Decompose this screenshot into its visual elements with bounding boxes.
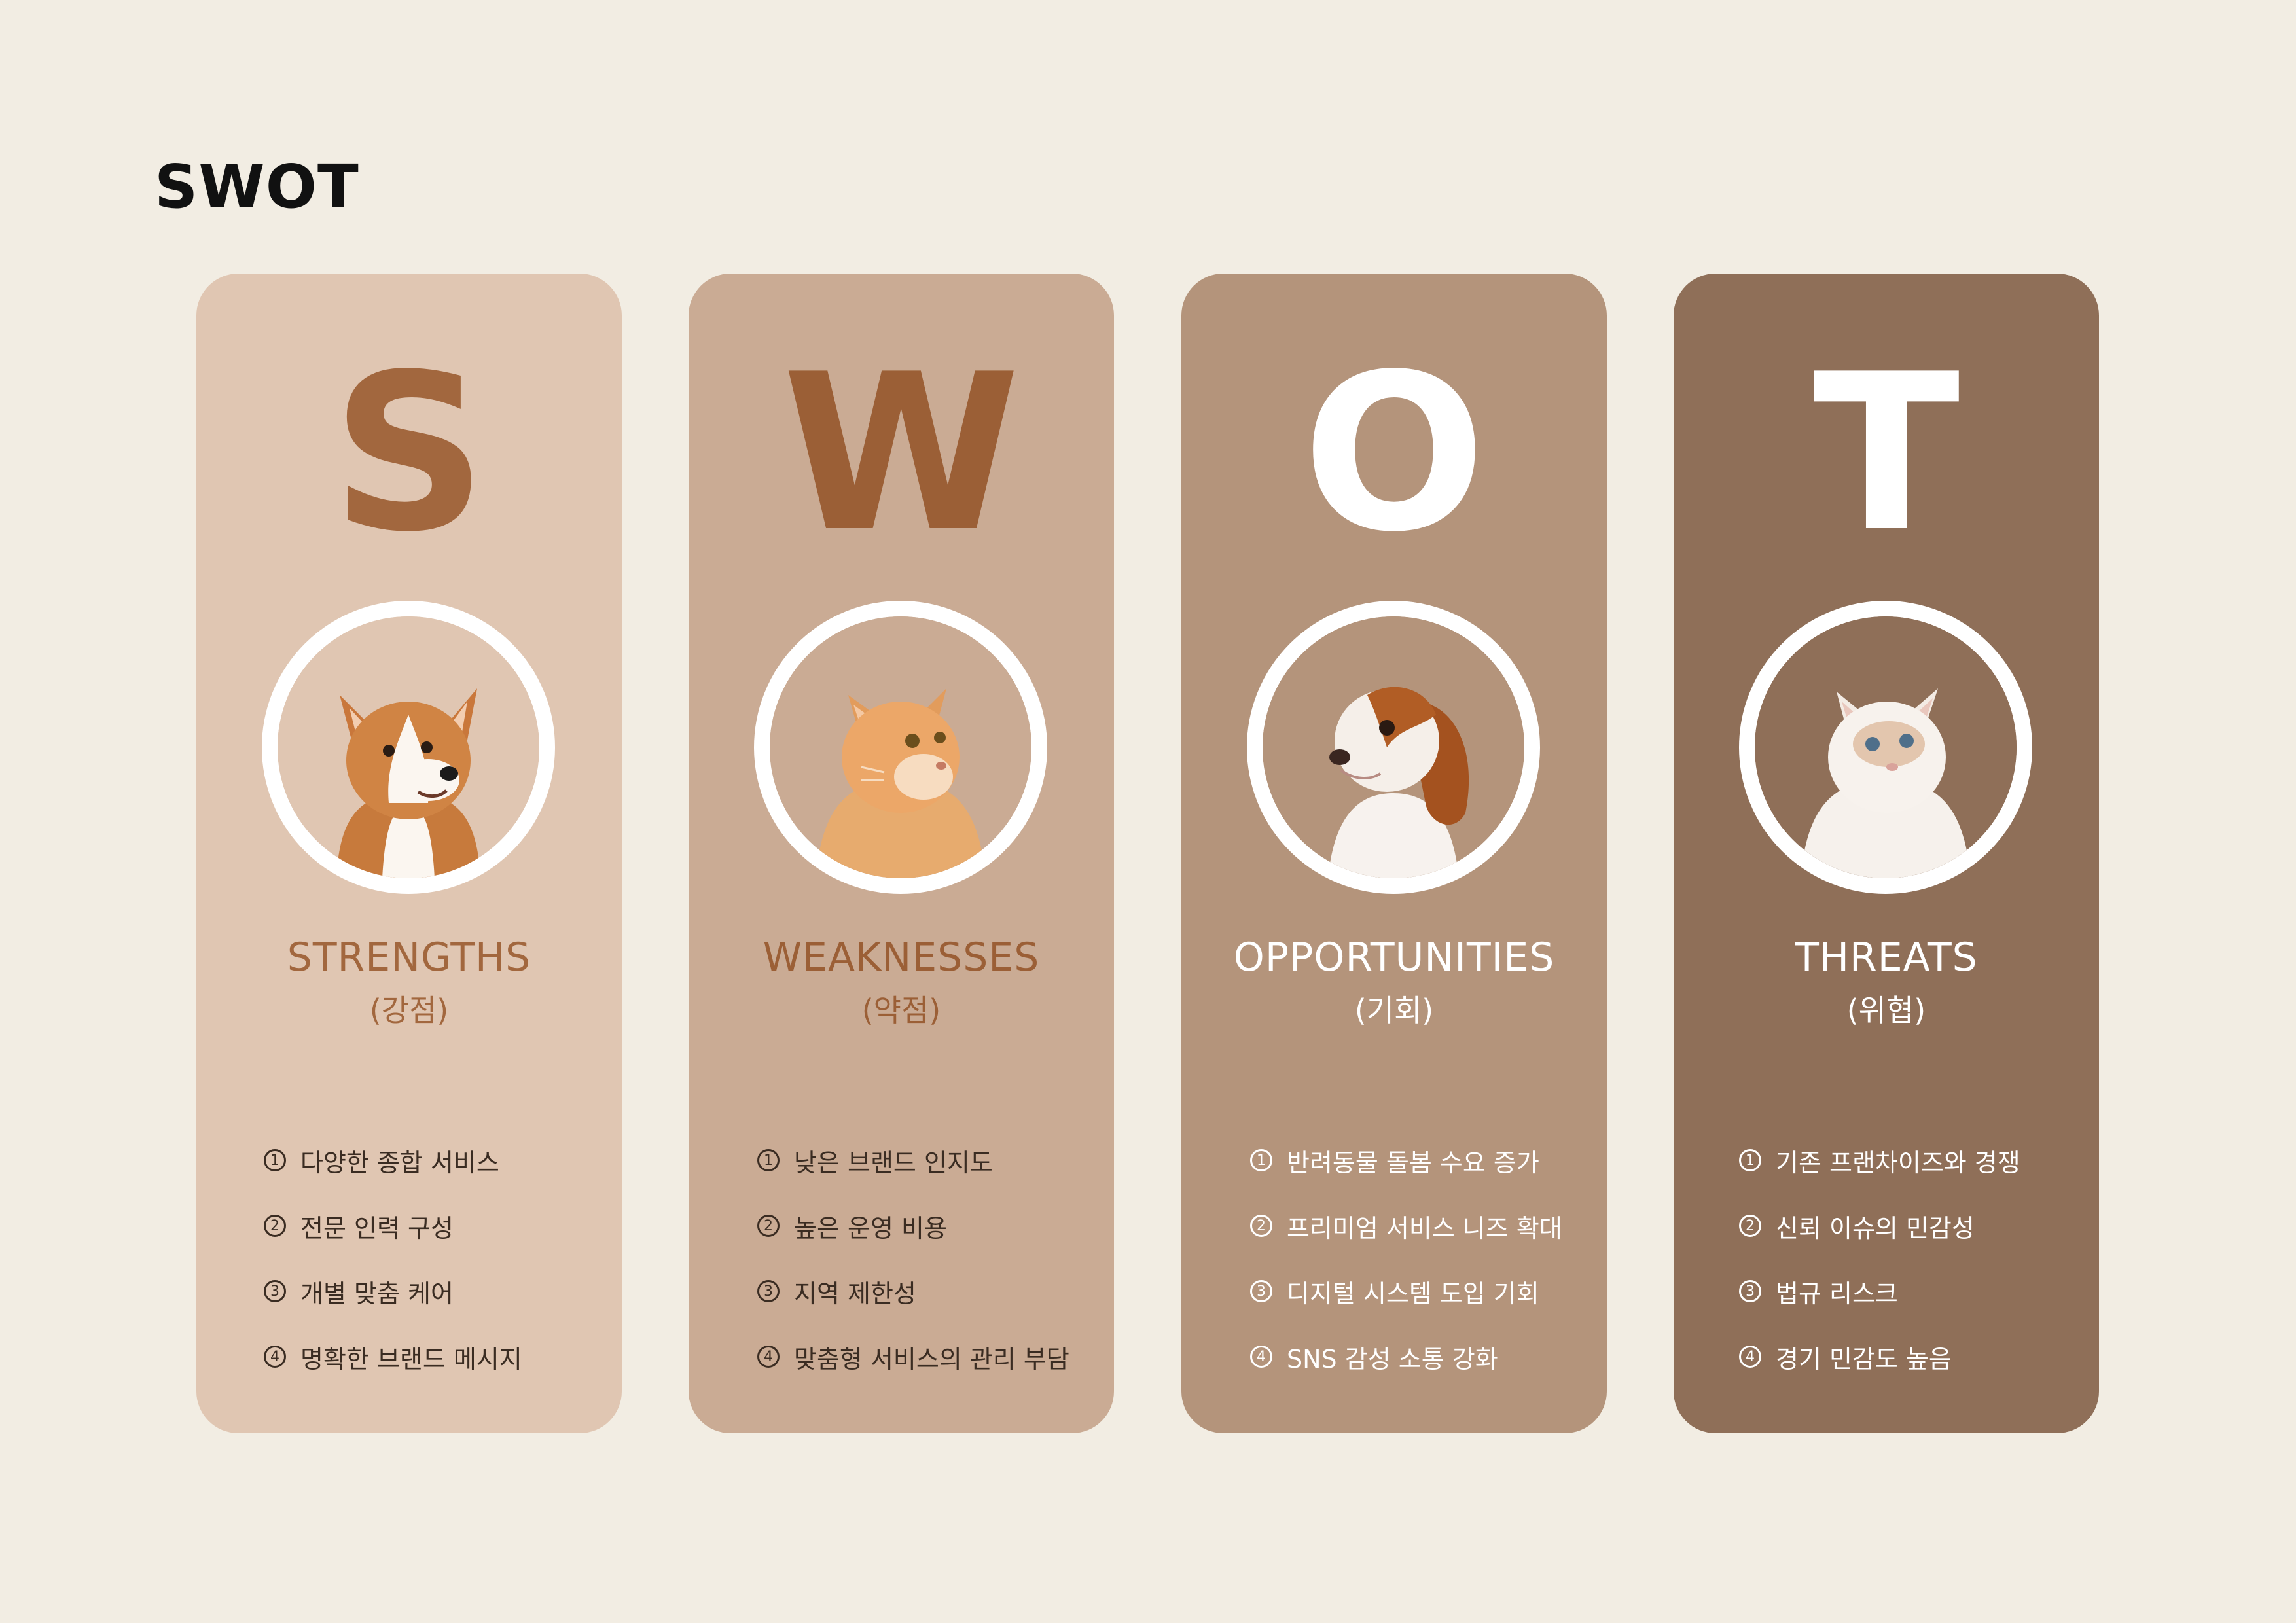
spaniel-dog-image	[1247, 601, 1540, 894]
card-letter: W	[782, 328, 1020, 579]
corgi-dog-image	[262, 601, 555, 894]
swot-card-opportunities: O OPPORTUNITIES (기회) 1 반려동물 돌봄 수요 증가 2 프리미…	[1181, 274, 1607, 1433]
item-text: 디지털 시스템 도입 기회	[1287, 1279, 1539, 1308]
list-item: 1 다양한 종합 서비스	[264, 1128, 622, 1193]
item-text: SNS 감성 소통 강화	[1287, 1344, 1498, 1374]
card-heading: WEAKNESSES	[762, 935, 1040, 980]
list-item: 1 기존 프랜차이즈와 경쟁	[1739, 1128, 2099, 1193]
orange-cat-image	[754, 601, 1047, 894]
item-text: 반려동물 돌봄 수요 증가	[1287, 1148, 1539, 1177]
item-text: 프리미엄 서비스 니즈 확대	[1287, 1213, 1562, 1243]
list-item: 2 전문 인력 구성	[264, 1193, 622, 1258]
list-item: 3 디지털 시스템 도입 기회	[1250, 1258, 1607, 1324]
item-text: 지역 제한성	[794, 1279, 916, 1308]
card-heading: THREATS	[1795, 935, 1978, 980]
list-item: 4 명확한 브랜드 메시지	[264, 1324, 622, 1389]
card-item-list: 1 낮은 브랜드 인지도 2 높은 운영 비용 3 지역 제한성 4 맞춤형 서비스의 …	[689, 1128, 1114, 1389]
card-item-list: 1 다양한 종합 서비스 2 전문 인력 구성 3 개별 맞춤 케어 4 명확한 브랜드…	[196, 1128, 622, 1389]
item-text: 신뢰 이슈의 민감성	[1776, 1213, 1975, 1243]
item-text: 기존 프랜차이즈와 경쟁	[1776, 1148, 2020, 1177]
number-badge: 2	[757, 1215, 780, 1237]
card-subheading: (강점)	[369, 993, 449, 1028]
number-badge: 1	[264, 1149, 286, 1171]
number-badge: 4	[757, 1346, 780, 1368]
item-text: 다양한 종합 서비스	[300, 1148, 499, 1177]
item-text: 맞춤형 서비스의 관리 부담	[794, 1344, 1069, 1374]
list-item: 2 프리미엄 서비스 니즈 확대	[1250, 1193, 1607, 1258]
card-subheading: (위협)	[1846, 993, 1926, 1028]
item-text: 개별 맞춤 케어	[300, 1279, 454, 1308]
list-item: 1 낮은 브랜드 인지도	[757, 1128, 1114, 1193]
card-subheading: (약점)	[861, 993, 941, 1028]
list-item: 1 반려동물 돌봄 수요 증가	[1250, 1128, 1607, 1193]
number-badge: 3	[757, 1280, 780, 1302]
number-badge: 4	[1250, 1346, 1272, 1368]
card-heading: STRENGTHS	[287, 935, 531, 980]
card-item-list: 1 기존 프랜차이즈와 경쟁 2 신뢰 이슈의 민감성 3 법규 리스크 4 경기 민감…	[1674, 1128, 2099, 1389]
number-badge: 1	[1739, 1149, 1761, 1171]
item-text: 경기 민감도 높음	[1776, 1344, 1952, 1374]
number-badge: 2	[264, 1215, 286, 1237]
number-badge: 3	[264, 1280, 286, 1302]
number-badge: 3	[1739, 1280, 1761, 1302]
list-item: 2 신뢰 이슈의 민감성	[1739, 1193, 2099, 1258]
item-text: 낮은 브랜드 인지도	[794, 1148, 993, 1177]
item-text: 높은 운영 비용	[794, 1213, 947, 1243]
number-badge: 2	[1739, 1215, 1761, 1237]
list-item: 4 맞춤형 서비스의 관리 부담	[757, 1324, 1114, 1389]
card-subheading: (기회)	[1354, 993, 1434, 1028]
card-item-list: 1 반려동물 돌봄 수요 증가 2 프리미엄 서비스 니즈 확대 3 디지털 시스템 …	[1181, 1128, 1607, 1389]
card-letter: T	[1812, 328, 1960, 579]
swot-card-weaknesses: W WEAKNESSES (약점) 1 낮은 브랜드 인지도 2 높은 운영 비용 …	[689, 274, 1114, 1433]
white-cat-image	[1739, 601, 2032, 894]
swot-card-strengths: S STRENGTHS (강점) 1 다양한 종합 서비스 2 전문 인력 구성 3…	[196, 274, 622, 1433]
swot-card-threats: T THREATS (위협) 1 기존 프랜차이즈와 경쟁 2 신뢰 이슈의 민감성…	[1674, 274, 2099, 1433]
number-badge: 1	[1250, 1149, 1272, 1171]
list-item: 3 법규 리스크	[1739, 1258, 2099, 1324]
list-item: 2 높은 운영 비용	[757, 1193, 1114, 1258]
item-text: 전문 인력 구성	[300, 1213, 454, 1243]
page-title: SWOT	[154, 152, 359, 222]
list-item: 3 개별 맞춤 케어	[264, 1258, 622, 1324]
number-badge: 2	[1250, 1215, 1272, 1237]
number-badge: 1	[757, 1149, 780, 1171]
number-badge: 4	[1739, 1346, 1761, 1368]
item-text: 명확한 브랜드 메시지	[300, 1344, 522, 1374]
item-text: 법규 리스크	[1776, 1279, 1898, 1308]
card-letter: S	[331, 328, 487, 579]
list-item: 4 경기 민감도 높음	[1739, 1324, 2099, 1389]
card-letter: O	[1302, 328, 1486, 579]
list-item: 4 SNS 감성 소통 강화	[1250, 1324, 1607, 1389]
card-heading: OPPORTUNITIES	[1233, 935, 1555, 980]
number-badge: 4	[264, 1346, 286, 1368]
list-item: 3 지역 제한성	[757, 1258, 1114, 1324]
number-badge: 3	[1250, 1280, 1272, 1302]
